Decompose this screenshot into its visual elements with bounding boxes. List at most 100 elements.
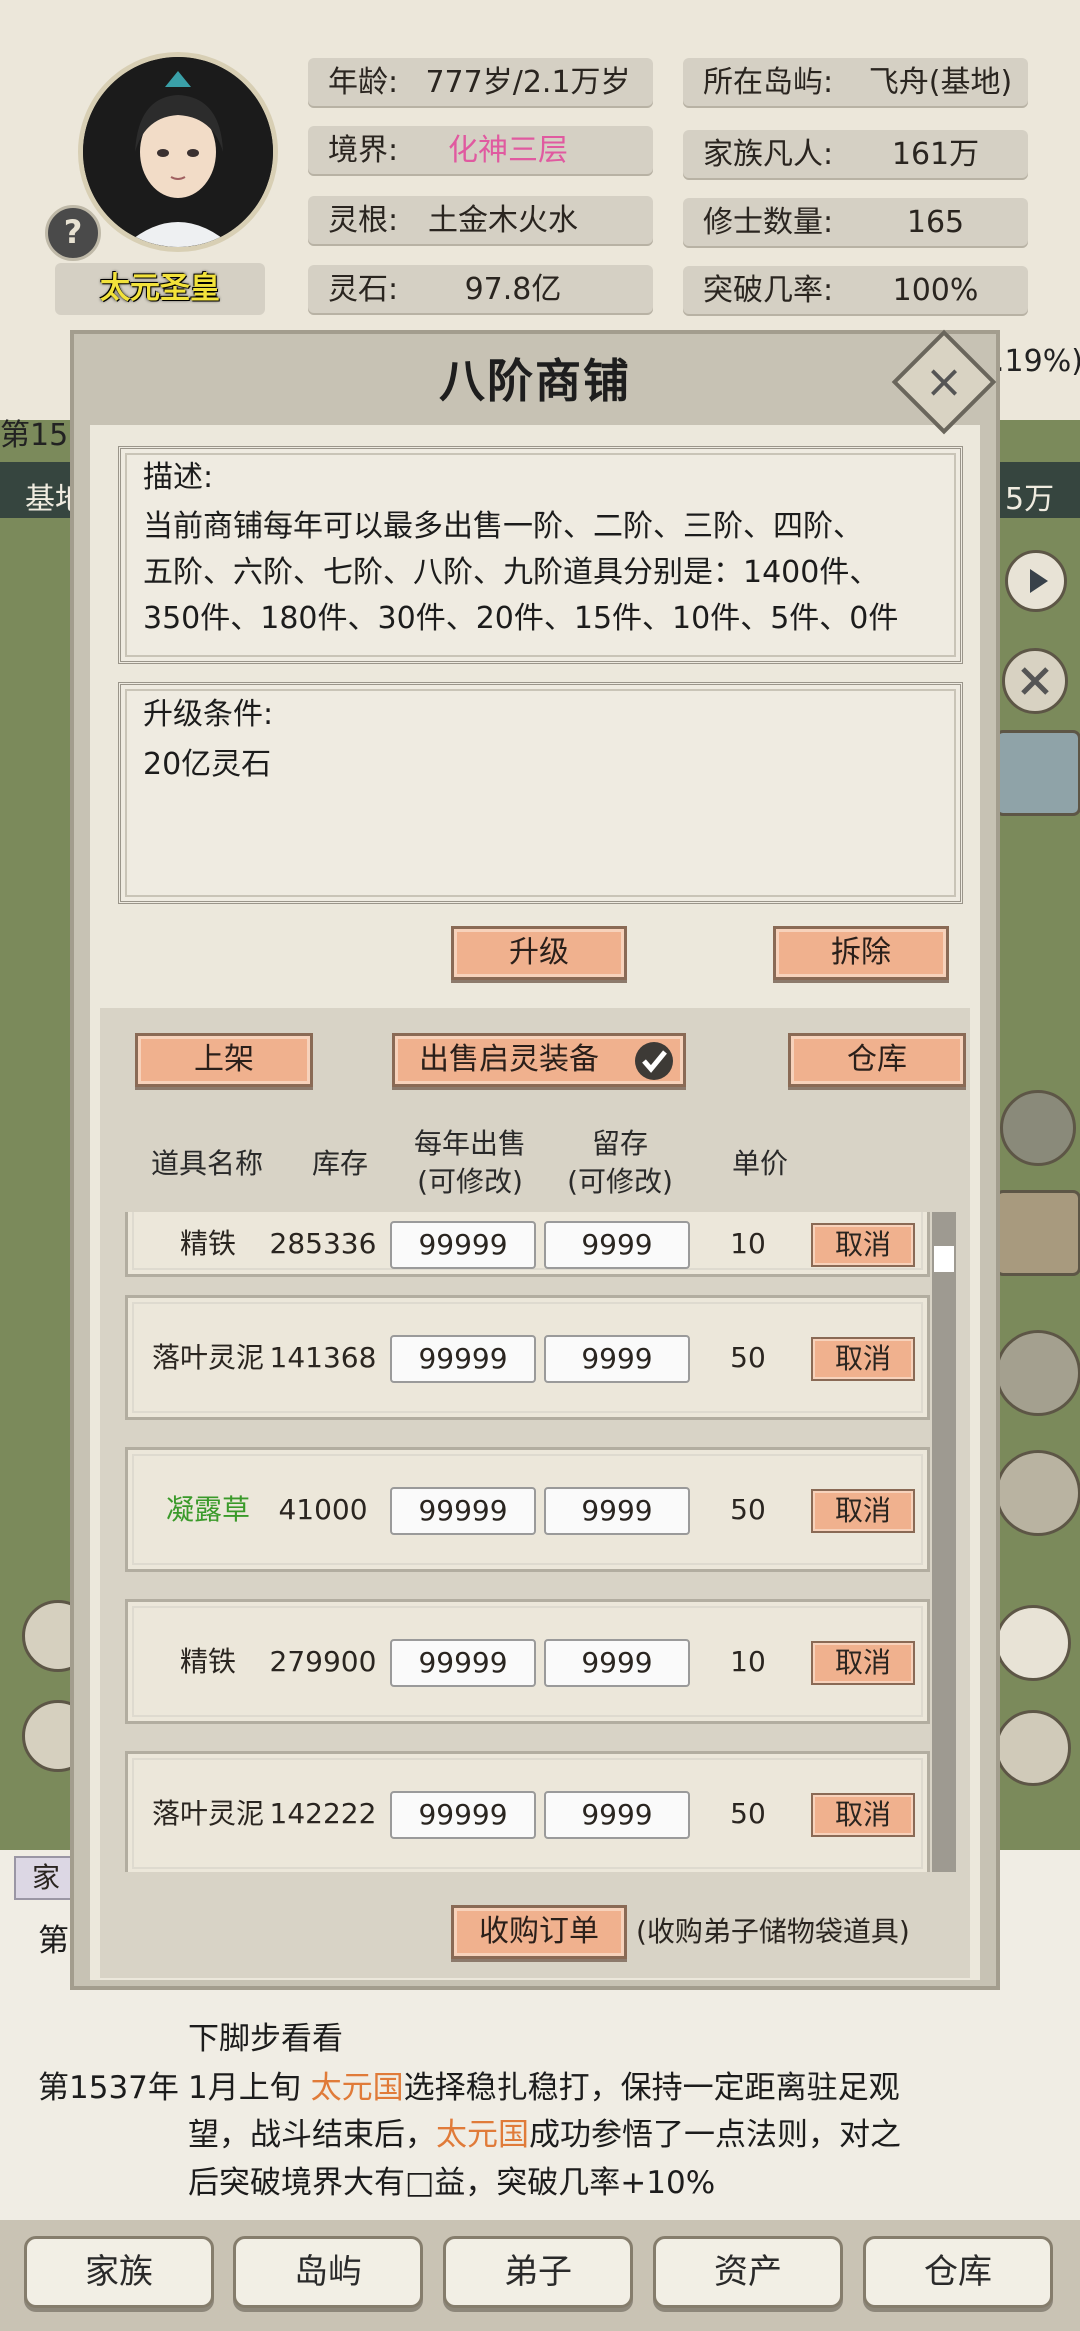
exclamation-icon[interactable] bbox=[995, 1605, 1071, 1681]
stat-realm-value: 化神三层 bbox=[448, 133, 568, 168]
stat-spirit-root-value: 土金木火水 bbox=[428, 203, 578, 238]
item-stock: 142222 bbox=[269, 1797, 377, 1830]
sell-equipment-toggle[interactable]: 出售启灵装备 bbox=[392, 1033, 686, 1087]
workshop-icon[interactable] bbox=[995, 1190, 1080, 1276]
stat-island-value: 飞舟(基地) bbox=[868, 65, 1013, 100]
item-stock: 285336 bbox=[269, 1227, 377, 1260]
array-icon[interactable] bbox=[995, 1330, 1080, 1416]
log-text: 望，战斗结束后， bbox=[188, 2117, 436, 2153]
pool-icon[interactable] bbox=[995, 1450, 1080, 1536]
sell-quantity-input[interactable]: 99999 bbox=[390, 1639, 536, 1687]
close-icon: × bbox=[924, 354, 964, 408]
warehouse-button[interactable]: 仓库 bbox=[788, 1033, 966, 1087]
modal-title: 八阶商铺 bbox=[439, 354, 631, 408]
sell-equipment-label: 出售启灵装备 bbox=[419, 1042, 599, 1077]
stat-realm: 境界: 化神三层 bbox=[308, 126, 653, 176]
building-icon[interactable] bbox=[995, 730, 1080, 816]
stat-island-label: 所在岛屿: bbox=[703, 65, 834, 100]
sell-quantity-input[interactable]: 99999 bbox=[390, 1791, 536, 1839]
character-avatar[interactable] bbox=[78, 52, 278, 252]
cancel-button[interactable]: 取消 bbox=[811, 1641, 915, 1685]
cancel-button[interactable]: 取消 bbox=[811, 1793, 915, 1837]
log-text: 1月上旬 bbox=[188, 2070, 311, 2106]
stat-mortals-label: 家族凡人: bbox=[703, 137, 834, 172]
keep-quantity-input[interactable]: 9999 bbox=[544, 1221, 690, 1269]
item-stock: 41000 bbox=[278, 1493, 368, 1526]
col-header-price: 单价 bbox=[731, 1147, 788, 1180]
help-icon[interactable]: ? bbox=[45, 205, 101, 261]
stat-mortals-value: 161万 bbox=[891, 137, 980, 172]
amount-fragment: 5万 bbox=[1005, 482, 1055, 517]
keep-quantity-input[interactable]: 9999 bbox=[544, 1335, 690, 1383]
item-stock: 279900 bbox=[269, 1645, 377, 1678]
stat-spirit-stones-label: 灵石: bbox=[328, 272, 399, 307]
checkbox-checked-icon[interactable] bbox=[635, 1042, 673, 1080]
sell-quantity-input[interactable]: 99999 bbox=[390, 1221, 536, 1269]
keep-quantity-input[interactable]: 9999 bbox=[544, 1487, 690, 1535]
list-scrollbar-thumb[interactable] bbox=[934, 1246, 954, 1272]
stat-realm-label: 境界: bbox=[328, 133, 399, 168]
description-line-1: 当前商铺每年可以最多出售一阶、二阶、三阶、四阶、 bbox=[143, 509, 863, 544]
item-price: 10 bbox=[730, 1645, 766, 1678]
table-row: 精铁 279900 99999 9999 10 取消 bbox=[125, 1599, 930, 1724]
log-fragment: 第 bbox=[38, 1923, 69, 1959]
list-scrollbar[interactable] bbox=[932, 1212, 956, 1872]
nav-islands[interactable]: 岛屿 bbox=[233, 2236, 423, 2308]
sell-quantity-input[interactable]: 99999 bbox=[390, 1487, 536, 1535]
demolish-button[interactable]: 拆除 bbox=[773, 926, 949, 980]
stat-spirit-stones: 灵石: 97.8亿 bbox=[308, 265, 653, 315]
col-header-stock: 库存 bbox=[311, 1147, 368, 1180]
upgrade-label: 升级条件: bbox=[143, 697, 274, 732]
item-name: 凝露草 bbox=[165, 1493, 250, 1526]
description-line-3: 350件、180件、30件、20件、15件、10件、5件、0件 bbox=[143, 601, 899, 636]
stat-age: 年龄: 777岁/2.1万岁 bbox=[308, 58, 653, 108]
purchase-note: (收购弟子储物袋道具) bbox=[636, 1915, 910, 1948]
item-name: 精铁 bbox=[179, 1645, 236, 1678]
nav-family[interactable]: 家族 bbox=[24, 2236, 214, 2308]
log-text: 选择稳扎稳打，保持一定距离驻足观 bbox=[403, 2070, 900, 2106]
table-row: 落叶灵泥 141368 99999 9999 50 取消 bbox=[125, 1295, 930, 1420]
upgrade-button[interactable]: 升级 bbox=[451, 926, 627, 980]
stat-mortals: 家族凡人: 161万 bbox=[683, 130, 1028, 180]
item-name: 落叶灵泥 bbox=[151, 1341, 264, 1374]
purchase-order-button[interactable]: 收购订单 bbox=[451, 1905, 627, 1959]
gear-icon[interactable] bbox=[995, 1710, 1071, 1786]
item-list[interactable]: 精铁 285336 99999 9999 10 取消 落叶灵泥 141368 9… bbox=[118, 1212, 958, 1872]
play-icon[interactable] bbox=[1005, 550, 1067, 612]
stat-age-value: 777岁/2.1万岁 bbox=[425, 65, 631, 100]
log-line-1: 1月上旬 太元国选择稳扎稳打，保持一定距离驻足观 bbox=[188, 2065, 900, 2111]
cancel-button[interactable]: 取消 bbox=[811, 1223, 915, 1267]
cancel-button[interactable]: 取消 bbox=[811, 1337, 915, 1381]
table-row: 落叶灵泥 142222 99999 9999 50 取消 bbox=[125, 1751, 930, 1872]
furnace-icon[interactable] bbox=[1000, 1090, 1076, 1166]
item-price: 50 bbox=[730, 1341, 766, 1374]
list-item-button[interactable]: 上架 bbox=[135, 1033, 313, 1087]
log-text: 后突破境界大有□益，突破几率+10% bbox=[188, 2165, 716, 2201]
cancel-button[interactable]: 取消 bbox=[811, 1489, 915, 1533]
stat-breakthrough-value: 100% bbox=[892, 273, 979, 308]
item-price: 50 bbox=[730, 1797, 766, 1830]
log-country-link: 太元国 bbox=[436, 2117, 529, 2153]
log-partial-line: 下脚步看看 bbox=[188, 2021, 343, 2057]
character-name: 太元圣皇 bbox=[55, 263, 265, 315]
nav-assets[interactable]: 资产 bbox=[653, 2236, 843, 2308]
stat-spirit-root: 灵根: 土金木火水 bbox=[308, 196, 653, 246]
item-name: 精铁 bbox=[179, 1227, 236, 1260]
item-price: 10 bbox=[730, 1227, 766, 1260]
nav-warehouse[interactable]: 仓库 bbox=[863, 2236, 1053, 2308]
stat-island: 所在岛屿: 飞舟(基地) bbox=[683, 58, 1028, 108]
table-row: 凝露草 41000 99999 9999 50 取消 bbox=[125, 1447, 930, 1572]
nav-disciples[interactable]: 弟子 bbox=[443, 2236, 633, 2308]
stat-cultivators-value: 165 bbox=[906, 205, 965, 240]
log-tab-family[interactable]: 家 bbox=[14, 1856, 78, 1900]
stat-spirit-stones-value: 97.8亿 bbox=[464, 272, 562, 307]
keep-quantity-input[interactable]: 9999 bbox=[544, 1639, 690, 1687]
col-header-keep: 留存 (可修改) bbox=[567, 1127, 673, 1198]
close-side-icon[interactable] bbox=[1002, 648, 1068, 714]
stat-breakthrough-label: 突破几率: bbox=[703, 273, 834, 308]
keep-quantity-input[interactable]: 9999 bbox=[544, 1791, 690, 1839]
stat-cultivators: 修士数量: 165 bbox=[683, 198, 1028, 248]
upgrade-cost: 20亿灵石 bbox=[143, 747, 272, 782]
sell-quantity-input[interactable]: 99999 bbox=[390, 1335, 536, 1383]
log-line-2: 望，战斗结束后，太元国成功参悟了一点法则，对之 bbox=[188, 2112, 901, 2158]
